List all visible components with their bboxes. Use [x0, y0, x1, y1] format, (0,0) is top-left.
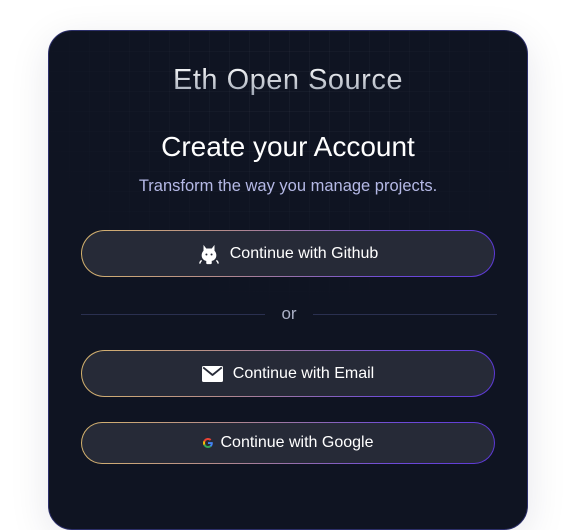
email-button-label: Continue with Email — [232, 364, 375, 382]
continue-with-google-button[interactable]: Continue with Google — [81, 422, 495, 464]
continue-with-github-button[interactable]: Continue with Github — [81, 230, 495, 277]
or-divider: or — [81, 301, 497, 327]
divider-line-right — [313, 314, 497, 315]
signup-card: Eth Open Source Create your Account Tran… — [48, 30, 528, 530]
page-subtitle: Transform the way you manage projects. — [138, 177, 438, 195]
page-title: Create your Account — [161, 131, 415, 162]
envelope-icon — [201, 365, 223, 382]
continue-with-email-button[interactable]: Continue with Email — [81, 350, 495, 397]
google-button-label: Continue with Google — [220, 434, 374, 451]
google-icon — [202, 438, 213, 448]
brand-logo-text: Eth Open Source — [49, 64, 527, 97]
github-icon — [198, 243, 220, 265]
github-button-label: Continue with Github — [229, 244, 379, 262]
